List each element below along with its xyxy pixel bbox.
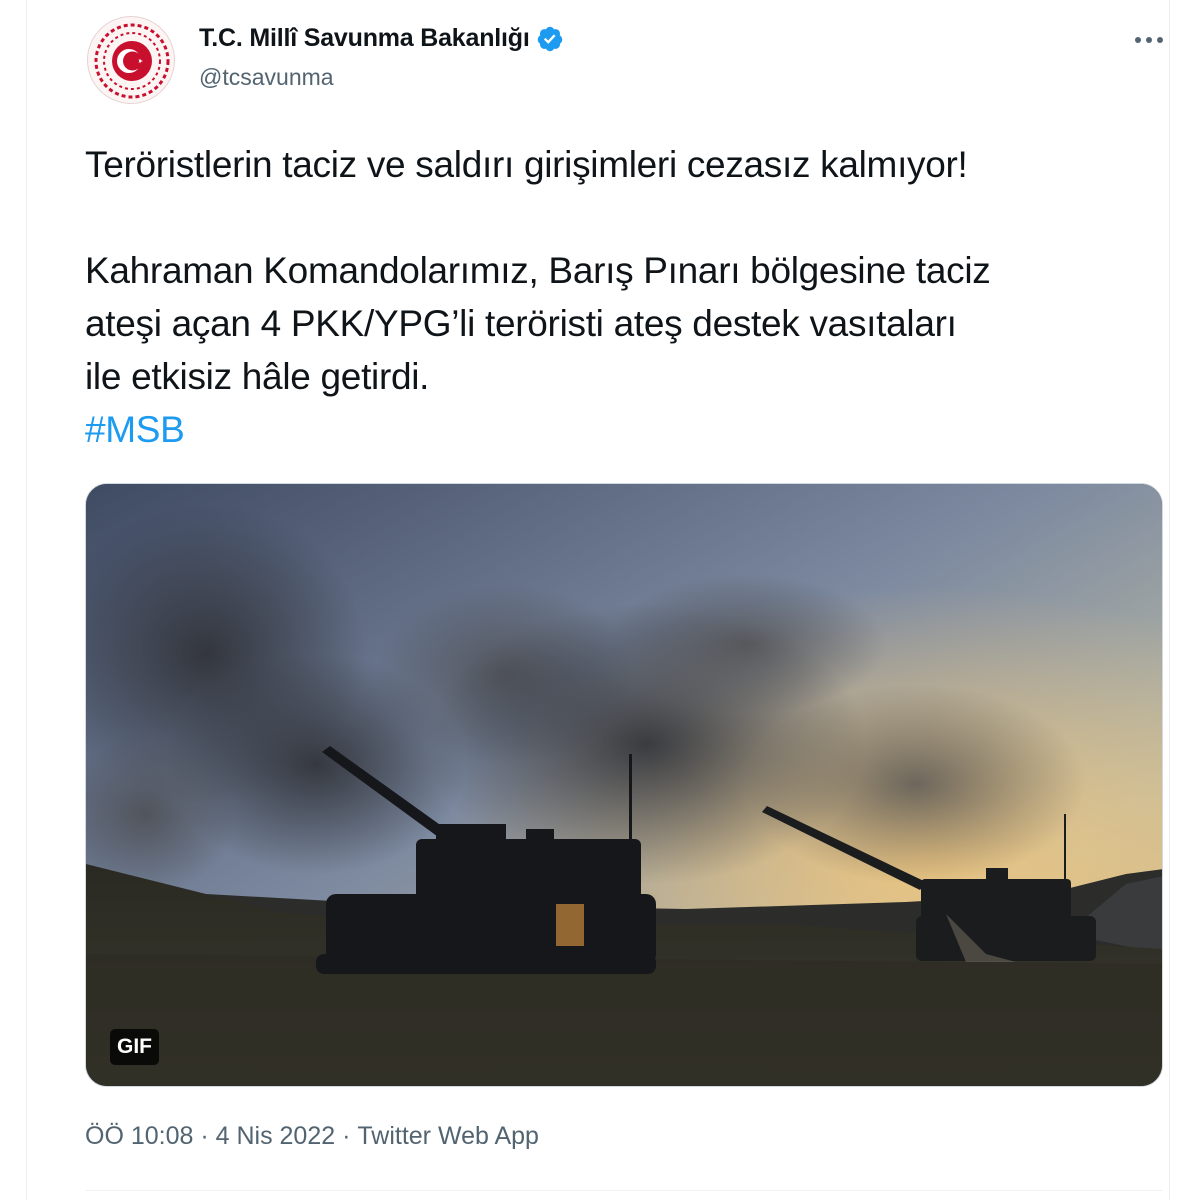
tweet-text-line: Kahraman Komandolarımız, Barış Pınarı bö…	[85, 250, 991, 291]
tweet-media-gif[interactable]: GIF	[85, 483, 1163, 1087]
author-display-name[interactable]: T.C. Millî Savunma Bakanlığı	[199, 24, 564, 53]
tweet-text-line: ile etkisiz hâle getirdi.	[85, 356, 430, 397]
artillery-image	[86, 484, 1162, 1086]
tweet-time[interactable]: ÖÖ 10:08	[85, 1122, 193, 1151]
tweet-card: T.C. Millî Savunma Bakanlığı @tcsavunma …	[26, 0, 1170, 1200]
tweet-date[interactable]: 4 Nis 2022	[216, 1122, 336, 1151]
divider	[85, 1190, 1163, 1191]
meta-separator: ·	[335, 1122, 358, 1150]
meta-separator: ·	[193, 1122, 216, 1150]
verified-badge-icon	[537, 26, 562, 51]
msb-emblem-icon	[94, 23, 170, 99]
more-options-button[interactable]	[1127, 20, 1171, 60]
hashtag-link[interactable]: #MSB	[85, 409, 185, 450]
avatar[interactable]	[87, 16, 175, 104]
tweet-meta: ÖÖ 10:08 · 4 Nis 2022 · Twitter Web App	[85, 1122, 539, 1151]
author-handle[interactable]: @tcsavunma	[199, 64, 334, 91]
gif-badge: GIF	[110, 1029, 159, 1065]
tweet-text-line: ateşi açan 4 PKK/YPG’li teröristi ateş d…	[85, 303, 957, 344]
tweet-text-line: Teröristlerin taciz ve saldırı girişimle…	[85, 144, 968, 185]
tweet-source-link[interactable]: Twitter Web App	[357, 1122, 539, 1151]
tweet-text: Teröristlerin taciz ve saldırı girişimle…	[85, 138, 1175, 456]
more-horizontal-icon	[1135, 37, 1163, 43]
author-name-text: T.C. Millî Savunma Bakanlığı	[199, 24, 530, 52]
